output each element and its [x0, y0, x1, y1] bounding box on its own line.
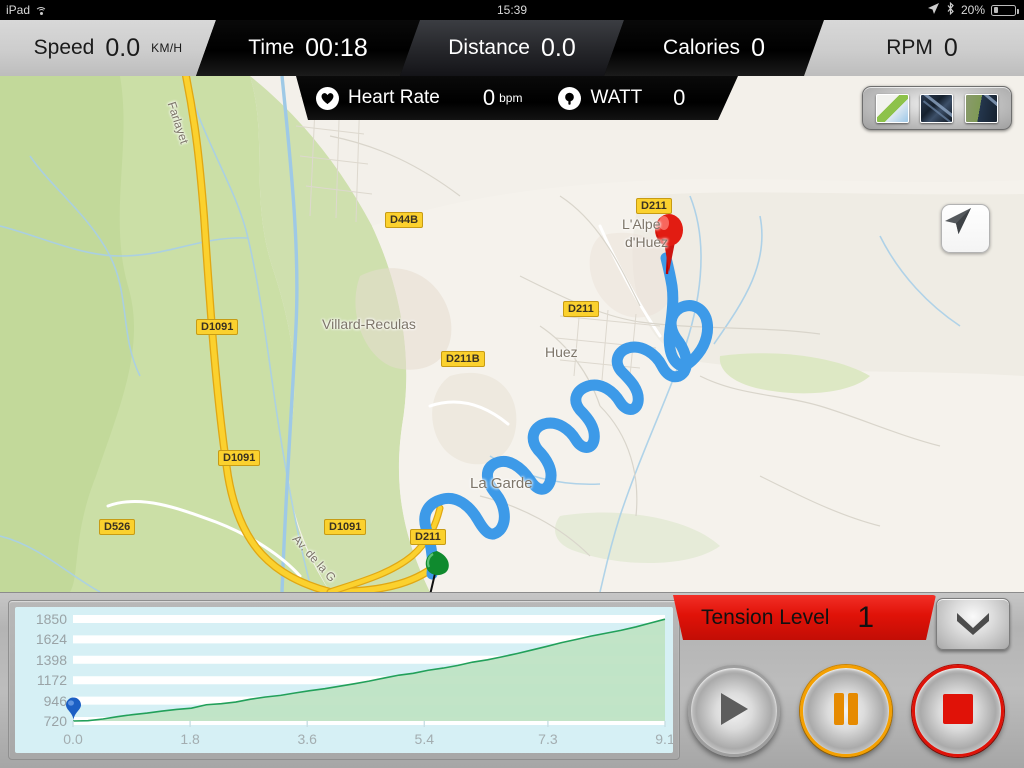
stop-button[interactable] — [912, 665, 1004, 757]
chart-y-tick: 946 — [43, 692, 67, 709]
road-shield: D1091 — [218, 450, 261, 466]
play-button[interactable] — [688, 665, 780, 757]
watt-bulb-icon — [558, 86, 582, 110]
road-shield: D44B — [385, 212, 424, 228]
elevation-chart[interactable]: 1850 1624 1398 1172 946 720 0.0 1.8 3.6 5.4 7.3 9.… — [15, 607, 673, 753]
heart-icon — [316, 86, 339, 110]
elevation-chart-canvas — [72, 615, 666, 727]
stop-icon — [943, 693, 973, 729]
play-icon — [717, 691, 751, 732]
elevation-chart-frame: 1850 1624 1398 1172 946 720 0.0 1.8 3.6 5.4 7.3 9.… — [8, 600, 680, 760]
location-arrow-icon — [927, 2, 940, 18]
chart-y-tick: 1398 — [35, 651, 67, 668]
metric-heart-rate[interactable]: Heart Rate 0 bpm — [316, 85, 522, 111]
metric-calories[interactable]: Calories 0 — [604, 20, 824, 76]
road-shield: D1091 — [324, 519, 367, 535]
pause-icon — [832, 692, 860, 730]
status-bar: iPad 15:39 20% — [0, 0, 1024, 20]
current-position-marker — [65, 697, 81, 721]
metric-rpm-label: RPM — [886, 36, 933, 59]
road-shield: D211B — [441, 351, 485, 367]
chart-x-tick: 3.6 — [297, 731, 317, 747]
metric-rpm[interactable]: RPM 0 — [804, 20, 1024, 76]
chart-x-tick: 5.4 — [414, 731, 435, 747]
chart-y-tick: 720 — [43, 713, 67, 729]
metric-time-value: 00:18 — [305, 33, 368, 62]
map-label: La Garde — [470, 475, 533, 492]
pause-button[interactable] — [800, 665, 892, 757]
chart-y-tick: 1850 — [35, 611, 67, 627]
metric-speed-unit: KM/H — [151, 41, 183, 55]
map-type-selector[interactable] — [862, 86, 1012, 130]
metric-watt[interactable]: WATT 0 — [558, 85, 685, 111]
satellite-map-thumb[interactable] — [920, 93, 954, 123]
status-bar-right: 20% — [927, 1, 1019, 18]
chart-y-tick: 1624 — [35, 631, 67, 648]
map-label: Villard-Reculas — [322, 316, 416, 332]
chart-x-tick: 0.0 — [63, 731, 83, 747]
secondary-metrics-bar: Heart Rate 0 bpm WATT 0 — [296, 76, 738, 120]
collapse-panel-button[interactable] — [936, 598, 1010, 650]
metric-speed[interactable]: Speed 0.0 KM/H — [0, 20, 216, 76]
metric-speed-label: Speed — [33, 36, 95, 59]
tension-level-banner[interactable]: Tension Level 1 — [673, 595, 936, 640]
tension-level-value: 1 — [857, 600, 875, 634]
battery-percent: 20% — [960, 3, 985, 17]
map-canvas — [0, 76, 1024, 592]
heart-rate-label: Heart Rate — [348, 87, 440, 108]
map-label: d'Huez — [625, 234, 669, 250]
metric-distance[interactable]: Distance 0.0 — [400, 20, 624, 76]
chart-x-tick: 9.1 — [655, 731, 673, 747]
metric-calories-label: Calories — [663, 36, 741, 59]
road-shield: D211 — [563, 301, 599, 317]
metric-calories-value: 0 — [751, 33, 765, 62]
watt-value: 0 — [673, 85, 686, 110]
metric-distance-value: 0.0 — [540, 33, 576, 62]
metrics-bar: Speed 0.0 KM/H Time 00:18 Distance 0.0 C… — [0, 20, 1024, 76]
hybrid-map-thumb[interactable] — [965, 93, 999, 123]
road-shield: D211 — [636, 198, 672, 214]
metric-time-label: Time — [248, 36, 295, 59]
chevron-down-icon — [953, 609, 993, 640]
standard-map-thumb[interactable] — [875, 93, 909, 123]
map-label: Huez — [545, 344, 578, 360]
map-view[interactable]: Villard-Reculas L'Alpe d'Huez La Garde H… — [0, 76, 1024, 592]
chart-x-tick: 7.3 — [538, 731, 558, 747]
locate-me-button[interactable] — [941, 204, 990, 253]
heart-rate-unit: bpm — [499, 91, 523, 105]
heart-rate-value: 0 — [482, 85, 496, 110]
road-shield: D211 — [410, 529, 446, 545]
battery-icon — [991, 4, 1019, 16]
metric-speed-value: 0.0 — [105, 33, 141, 62]
chart-x-tick: 1.8 — [180, 731, 200, 747]
status-bar-clock: 15:39 — [496, 3, 528, 17]
metric-distance-label: Distance — [448, 36, 530, 59]
watt-label: WATT — [590, 87, 643, 108]
metric-rpm-value: 0 — [943, 33, 958, 62]
bluetooth-icon — [946, 1, 955, 18]
chart-y-tick: 1172 — [36, 672, 67, 689]
road-shield: D526 — [99, 519, 136, 535]
bottom-control-panel: 1850 1624 1398 1172 946 720 0.0 1.8 3.6 5.4 7.3 9.… — [0, 592, 1024, 768]
road-shield: D1091 — [196, 319, 239, 335]
tension-level-label: Tension Level — [701, 605, 830, 629]
metric-time[interactable]: Time 00:18 — [196, 20, 420, 76]
map-label: L'Alpe — [622, 216, 661, 232]
